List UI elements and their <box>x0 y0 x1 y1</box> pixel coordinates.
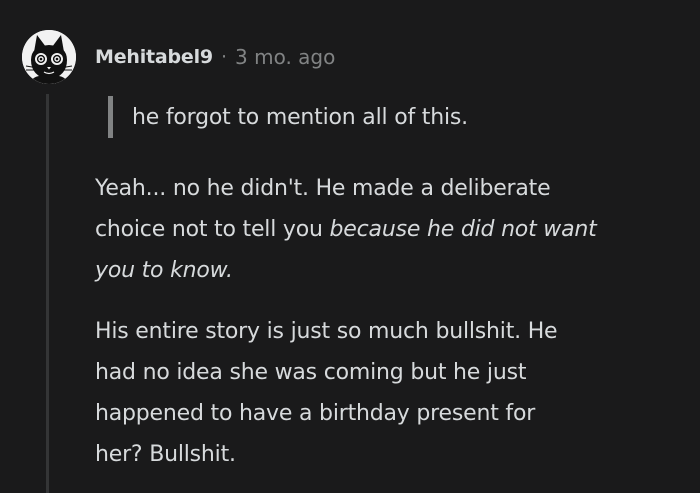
paragraph-1: Yeah... no he didn't. He made a delibera… <box>95 168 680 291</box>
comment-timestamp[interactable]: 3 mo. ago <box>235 45 335 69</box>
paragraph-1-line-1: Yeah... no he didn't. He made a delibera… <box>95 176 551 201</box>
meta-separator: · <box>220 46 228 68</box>
comment-body: he forgot to mention all of this. Yeah..… <box>95 96 680 475</box>
paragraph-2-line-2: had no idea she was coming but he just <box>95 360 527 385</box>
comment: Mehitabel9 · 3 mo. ago he forgot to ment… <box>0 0 700 493</box>
comment-meta: Mehitabel9 · 3 mo. ago <box>95 44 335 70</box>
blockquote: he forgot to mention all of this. <box>108 96 680 138</box>
user-avatar[interactable] <box>22 30 76 84</box>
paragraph-1-line-2-text: choice not to tell you <box>95 217 330 242</box>
paragraph-1-line-2: choice not to tell you because he did no… <box>95 209 680 250</box>
paragraph-1-line-2-italic: because he did not want <box>329 217 597 242</box>
quote-text: he forgot to mention all of this. <box>132 104 468 130</box>
paragraph-2-line-3: happened to have a birthday present for <box>95 401 536 426</box>
thread-collapse-line[interactable] <box>46 94 49 493</box>
cat-face-avatar-icon <box>22 30 76 84</box>
author-username[interactable]: Mehitabel9 <box>95 46 213 68</box>
paragraph-2-line-1: His entire story is just so much bullshi… <box>95 319 558 344</box>
paragraph-2: His entire story is just so much bullshi… <box>95 311 680 475</box>
paragraph-1-line-3-italic: you to know. <box>95 258 233 283</box>
paragraph-2-line-4: her? Bullshit. <box>95 442 236 467</box>
